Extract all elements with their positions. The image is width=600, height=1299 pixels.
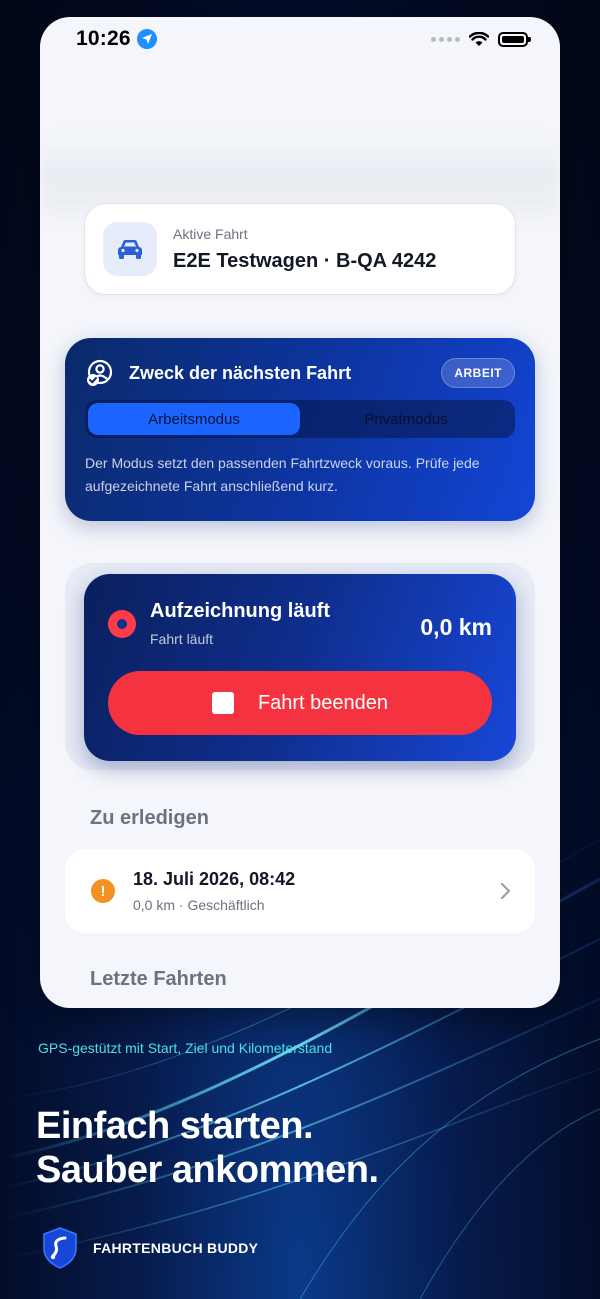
person-check-icon: [87, 359, 113, 386]
brand-shield-logo-icon: [43, 1227, 77, 1269]
recording-card: Aufzeichnung läuft Fahrt läuft 0,0 km Fa…: [84, 574, 516, 761]
recent-trips-section-title: Letzte Fahrten: [90, 968, 227, 990]
tab-privatmodus[interactable]: Privatmodus: [300, 403, 512, 435]
todo-item-subtitle: 0,0 km · Geschäftlich: [133, 897, 265, 913]
promo-headline: Einfach starten. Sauber ankommen.: [36, 1104, 379, 1192]
todo-section-title: Zu erledigen: [90, 807, 209, 829]
recording-indicator-icon: [108, 610, 136, 638]
tab-arbeitsmodus[interactable]: Arbeitsmodus: [88, 403, 300, 435]
location-arrow-icon: [136, 29, 157, 49]
promo-headline-line2: Sauber ankommen.: [36, 1149, 379, 1191]
promo-headline-line1: Einfach starten.: [36, 1105, 314, 1147]
mode-segmented-control: Arbeitsmodus Privatmodus: [85, 400, 515, 438]
active-vehicle-name: E2E Testwagen · B-QA 4242: [173, 249, 437, 272]
purpose-description: Der Modus setzt den passenden Fahrtzweck…: [85, 455, 480, 494]
purpose-title: Zweck der nächsten Fahrt: [129, 362, 352, 383]
battery-icon: [498, 31, 531, 47]
warning-icon: !: [91, 879, 115, 903]
recording-distance: 0,0 km: [420, 614, 492, 640]
trip-purpose-card: Zweck der nächsten Fahrt ARBEIT Arbeitsm…: [65, 338, 535, 521]
car-icon: [103, 222, 157, 276]
recording-title: Aufzeichnung läuft: [150, 600, 330, 622]
todo-item[interactable]: ! 18. Juli 2026, 08:42 0,0 km · Geschäft…: [65, 849, 535, 933]
chevron-right-icon: [500, 882, 511, 900]
active-trip-card[interactable]: Aktive Fahrt E2E Testwagen · B-QA 4242: [84, 203, 516, 295]
todo-item-title: 18. Juli 2026, 08:42: [133, 869, 296, 889]
status-bar: 10:26: [40, 17, 560, 61]
purpose-badge: ARBEIT: [441, 358, 515, 388]
recording-subtitle: Fahrt läuft: [150, 631, 214, 647]
stop-icon: [211, 692, 234, 714]
phone-screen: 10:26 Aktive Fahrt E2E Testwagen · B-QA …: [40, 17, 560, 1008]
active-trip-caption: Aktive Fahrt: [173, 225, 248, 242]
signal-dots-icon: [431, 36, 460, 42]
brand: FAHRTENBUCH BUDDY: [40, 1226, 258, 1270]
stop-trip-label: Fahrt beenden: [257, 691, 389, 714]
promo-tagline: GPS-gestützt mit Start, Ziel und Kilomet…: [38, 1040, 333, 1056]
status-time: 10:26: [76, 27, 131, 50]
stop-trip-button[interactable]: Fahrt beenden: [108, 671, 492, 735]
brand-name: FAHRTENBUCH BUDDY: [93, 1240, 259, 1256]
wifi-icon: [469, 31, 489, 46]
